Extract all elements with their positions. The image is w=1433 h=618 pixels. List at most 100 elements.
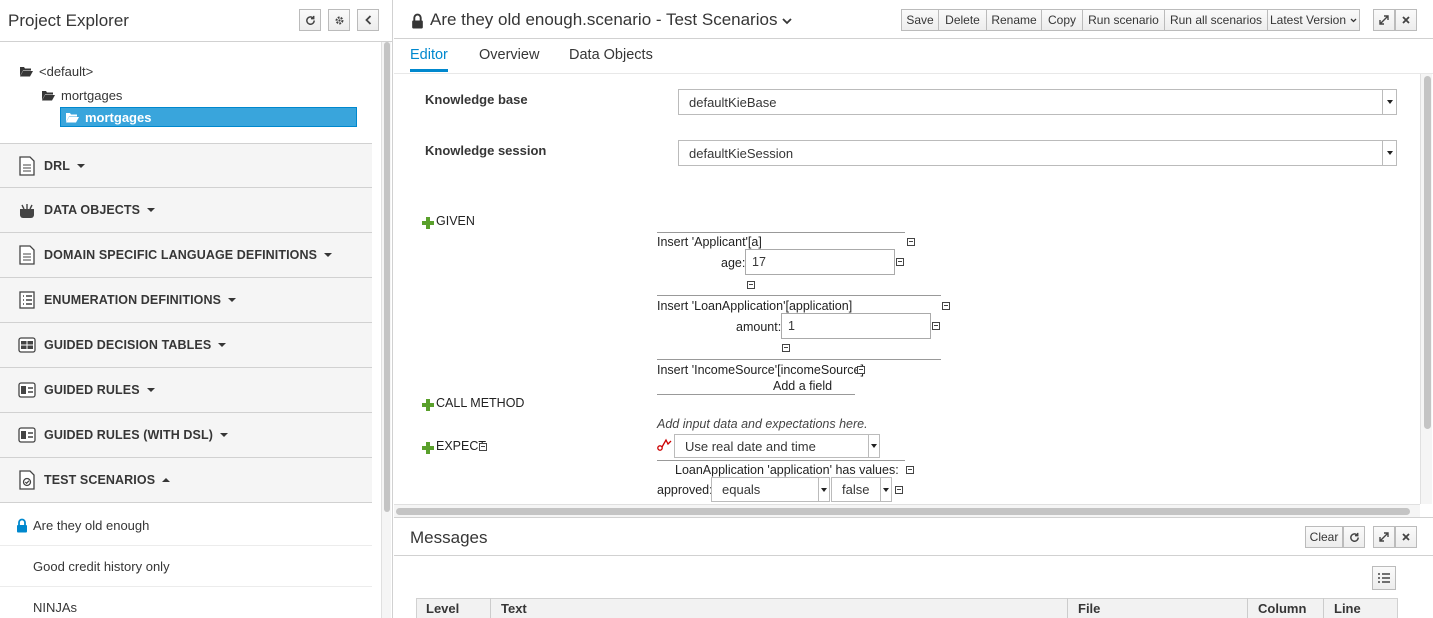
approved-select-wide[interactable]: false xyxy=(831,477,892,502)
section-drl[interactable]: DRL xyxy=(0,143,372,188)
section-label: GUIDED DECISION TABLES xyxy=(44,338,212,352)
section-label: TEST SCENARIOS xyxy=(44,473,156,487)
close-messages-button[interactable] xyxy=(1395,526,1417,548)
column-header-column[interactable]: Column xyxy=(1248,598,1324,618)
editor-horizontal-scrollbar[interactable] xyxy=(394,504,1420,517)
call-method-label: CALL METHOD xyxy=(436,396,525,410)
latest-version-dropdown[interactable]: Latest Version xyxy=(1267,9,1360,31)
operator-value: equals xyxy=(722,482,761,497)
remove-field-icon[interactable] xyxy=(747,281,755,289)
scenario-item[interactable]: NINJAs xyxy=(0,587,372,618)
tree-item-mortgages[interactable]: mortgages xyxy=(42,86,122,104)
caret-down-icon xyxy=(868,435,879,457)
scenario-item[interactable]: Good credit history only xyxy=(0,546,372,587)
refresh-button[interactable] xyxy=(299,9,321,31)
amount-input[interactable]: 1 xyxy=(781,313,931,339)
section-guided-decision-tables[interactable]: GUIDED DECISION TABLES xyxy=(0,323,372,368)
column-header-file[interactable]: File xyxy=(1068,598,1248,618)
scenario-item[interactable]: Are they old enough xyxy=(0,505,372,546)
operator-select[interactable]: equals xyxy=(711,477,830,502)
editor-horizontal-scrollbar-thumb[interactable] xyxy=(396,508,1410,515)
knowledge-base-value: defaultKieBase xyxy=(689,94,777,110)
column-header-text[interactable]: Text xyxy=(491,598,1068,618)
date-select[interactable]: Use real date and time xyxy=(674,434,880,458)
remove-loan-application-icon[interactable] xyxy=(942,302,950,310)
editor-panel: Are they old enough.scenario - Test Scen… xyxy=(394,0,1433,517)
maximize-messages-button[interactable] xyxy=(1373,526,1395,548)
caret-up-icon xyxy=(162,478,171,482)
copy-button[interactable]: Copy xyxy=(1041,9,1083,31)
messages-title: Messages xyxy=(410,528,488,547)
gear-icon xyxy=(335,16,343,24)
editor-vertical-scrollbar-thumb[interactable] xyxy=(1424,76,1431,429)
remove-applicant-icon[interactable] xyxy=(907,238,915,246)
remove-amount-icon[interactable] xyxy=(932,322,940,330)
approved-value-text: false xyxy=(842,482,870,497)
insert-income-source: Insert 'IncomeSource'[incomeSource] xyxy=(657,363,864,377)
chevron-down-icon xyxy=(1350,18,1357,22)
remove-field-icon[interactable] xyxy=(782,344,790,352)
run-all-scenarios-button[interactable]: Run all scenarios xyxy=(1164,9,1268,31)
section-data-objects[interactable]: DATA OBJECTS xyxy=(0,188,372,233)
section-test-scenarios[interactable]: TEST SCENARIOS xyxy=(0,458,372,503)
delete-button[interactable]: Delete xyxy=(938,9,987,31)
column-header-line[interactable]: Line xyxy=(1324,598,1398,618)
scenario-item-label: Are they old enough xyxy=(33,517,150,533)
editor-vertical-scrollbar[interactable] xyxy=(1420,74,1432,504)
knowledge-session-label: Knowledge session xyxy=(425,143,547,158)
expect-fact-label: LoanApplication 'application' has values… xyxy=(675,463,899,477)
column-picker-button[interactable] xyxy=(1372,566,1396,590)
rename-button[interactable]: Rename xyxy=(986,9,1042,31)
section-label: ENUMERATION DEFINITIONS xyxy=(44,293,222,307)
tree-item-default[interactable]: <default> xyxy=(20,62,93,80)
lock-icon xyxy=(412,13,423,29)
caret-down-icon xyxy=(77,163,85,168)
refresh-messages-button[interactable] xyxy=(1343,526,1365,548)
caret-down-icon xyxy=(818,478,829,501)
remove-age-icon[interactable] xyxy=(896,258,904,266)
tab-data-objects[interactable]: Data Objects xyxy=(569,47,653,63)
section-enumerations[interactable]: ENUMERATION DEFINITIONS xyxy=(0,278,372,323)
close-editor-button[interactable] xyxy=(1395,9,1417,31)
knowledge-session-select[interactable]: defaultKieSession xyxy=(678,140,1397,166)
divider xyxy=(657,232,905,233)
section-guided-rules[interactable]: GUIDED RULES xyxy=(0,368,372,413)
caret-down-icon xyxy=(1382,141,1396,165)
date-select-value: Use real date and time xyxy=(685,438,816,454)
save-button[interactable]: Save xyxy=(901,9,939,31)
explorer-scrollbar-thumb[interactable] xyxy=(384,42,390,512)
caret-down-icon xyxy=(228,298,237,302)
folder-open-icon xyxy=(20,66,33,76)
tree-item-mortgages-selected[interactable]: mortgages xyxy=(60,107,357,127)
add-field-link[interactable]: Add a field xyxy=(773,379,832,393)
remove-income-source-icon[interactable] xyxy=(857,366,865,374)
add-call-method-icon[interactable] xyxy=(422,399,434,411)
tree-item-label: mortgages xyxy=(85,109,152,125)
editor-header: Are they old enough.scenario - Test Scen… xyxy=(394,0,1433,39)
knowledge-base-select[interactable]: defaultKieBase xyxy=(678,89,1397,115)
editor-title[interactable]: Are they old enough.scenario - Test Scen… xyxy=(430,10,793,30)
section-guided-rules-dsl[interactable]: GUIDED RULES (WITH DSL) xyxy=(0,413,372,458)
date-config-icon[interactable] xyxy=(657,438,673,452)
explorer-scrollbar[interactable] xyxy=(381,42,391,618)
remove-expect-icon[interactable] xyxy=(479,443,487,451)
tab-editor[interactable]: Editor xyxy=(410,47,448,63)
age-input[interactable]: 17 xyxy=(745,249,895,275)
clear-button[interactable]: Clear xyxy=(1305,526,1343,548)
settings-button[interactable] xyxy=(328,9,350,31)
decision-table-icon xyxy=(17,334,37,356)
approved-label: approved: xyxy=(657,483,713,497)
knowledge-session-value: defaultKieSession xyxy=(689,145,794,161)
remove-expect-fact-icon[interactable] xyxy=(906,466,914,474)
editor-title-text: Are they old enough.scenario - Test Scen… xyxy=(430,10,778,29)
chevron-down-icon xyxy=(782,18,793,25)
add-expectation-icon[interactable] xyxy=(422,442,434,454)
run-scenario-button[interactable]: Run scenario xyxy=(1082,9,1165,31)
column-header-level[interactable]: Level xyxy=(416,598,491,618)
maximize-button[interactable] xyxy=(1373,9,1395,31)
add-given-icon[interactable] xyxy=(422,217,434,229)
tab-overview[interactable]: Overview xyxy=(479,47,539,63)
collapse-panel-button[interactable] xyxy=(357,9,379,31)
section-dsl[interactable]: DOMAIN SPECIFIC LANGUAGE DEFINITIONS xyxy=(0,233,372,278)
remove-approved-icon[interactable] xyxy=(895,486,903,494)
